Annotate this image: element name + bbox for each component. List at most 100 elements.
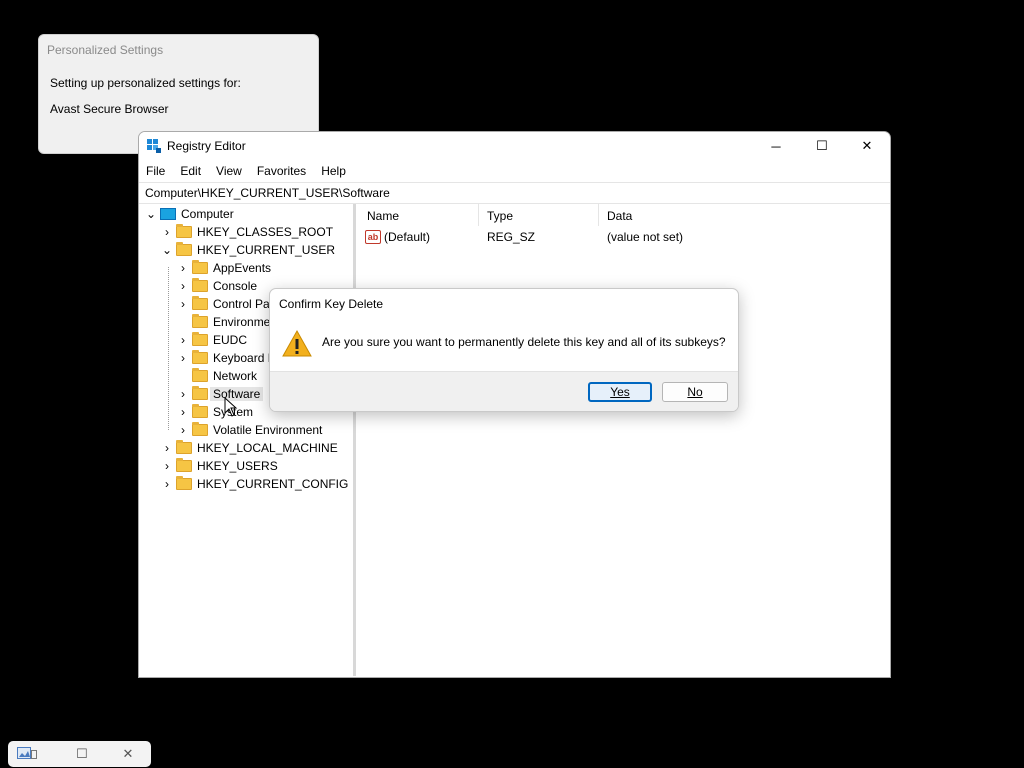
- menu-file[interactable]: File: [139, 161, 173, 181]
- folder-icon: [192, 422, 208, 436]
- folder-icon: [192, 260, 208, 274]
- tree-node-volatile-environment[interactable]: › Volatile Environment: [178, 421, 322, 439]
- column-header-data[interactable]: Data: [599, 204, 890, 226]
- chevron-right-icon[interactable]: ›: [178, 261, 188, 275]
- column-header-type[interactable]: Type: [479, 204, 599, 226]
- tree-node-label: Console: [213, 279, 258, 293]
- computer-icon: [160, 208, 176, 220]
- tree-node-hkey-current-config[interactable]: › HKEY_CURRENT_CONFIG: [162, 475, 348, 493]
- menu-help[interactable]: Help: [314, 161, 354, 181]
- tree-node-hkey-current-user[interactable]: ⌄ HKEY_CURRENT_USER: [162, 241, 335, 259]
- chevron-right-icon[interactable]: ›: [162, 441, 172, 455]
- restore-icon[interactable]: ☐: [74, 746, 90, 762]
- tree-node-label: Network: [213, 369, 258, 383]
- title-bar[interactable]: Registry Editor ─ ☐ ✕: [139, 132, 890, 160]
- menu-favorites[interactable]: Favorites: [250, 161, 314, 181]
- chevron-right-icon[interactable]: ›: [178, 405, 188, 419]
- tree-node-network[interactable]: Network: [192, 367, 257, 385]
- tree-node-label: HKEY_CURRENT_CONFIG: [197, 477, 349, 491]
- confirm-key-delete-dialog: Confirm Key Delete Are you sure you want…: [269, 288, 739, 412]
- tree-node-eudc[interactable]: › EUDC: [178, 331, 247, 349]
- tree-node-label: Keyboard L: [213, 351, 275, 365]
- tree-node-hkey-classes-root[interactable]: › HKEY_CLASSES_ROOT: [162, 223, 333, 241]
- minimize-button[interactable]: ─: [753, 132, 799, 160]
- tree-node-hkey-users[interactable]: › HKEY_USERS: [162, 457, 278, 475]
- list-header: Name Type Data: [359, 204, 890, 226]
- chevron-right-icon[interactable]: ›: [178, 423, 188, 437]
- chevron-down-icon[interactable]: ⌄: [162, 243, 172, 257]
- tree-node-label: EUDC: [213, 333, 248, 347]
- tree-node-system[interactable]: › System: [178, 403, 253, 421]
- folder-icon: [176, 458, 192, 472]
- address-path[interactable]: Computer\HKEY_CURRENT_USER\Software: [145, 186, 390, 200]
- mouse-cursor-icon: [224, 397, 238, 417]
- value-type: REG_SZ: [487, 230, 536, 244]
- folder-icon: [192, 350, 208, 364]
- tree-node-label: Volatile Environment: [213, 423, 323, 437]
- close-icon: ✕: [861, 138, 873, 153]
- tree-node-label: HKEY_CURRENT_USER: [197, 243, 336, 257]
- close-icon[interactable]: ✕: [120, 746, 136, 762]
- tree-node-label: HKEY_CLASSES_ROOT: [197, 225, 334, 239]
- personalized-settings-title: Personalized Settings: [47, 43, 164, 57]
- tree-node-control-panel[interactable]: › Control Pa: [178, 295, 270, 313]
- tree-node-environment[interactable]: Environme: [192, 313, 270, 331]
- maximize-icon: ☐: [816, 138, 828, 153]
- chevron-right-icon[interactable]: ›: [178, 297, 188, 311]
- warning-icon: [282, 329, 312, 357]
- folder-icon: [192, 278, 208, 292]
- chevron-right-icon[interactable]: ›: [162, 225, 172, 239]
- column-header-name[interactable]: Name: [359, 204, 479, 226]
- tree-node-label: Environme: [213, 315, 271, 329]
- yes-button[interactable]: Yes: [588, 382, 652, 402]
- personalized-settings-message: Setting up personalized settings for:: [50, 76, 241, 90]
- no-button[interactable]: No: [662, 382, 728, 402]
- values-list-pane[interactable]: Name Type Data ab (Default) REG_SZ (valu…: [359, 204, 890, 676]
- chevron-right-icon[interactable]: ›: [162, 459, 172, 473]
- menu-edit[interactable]: Edit: [173, 161, 209, 181]
- chevron-right-icon[interactable]: ›: [178, 333, 188, 347]
- value-data: (value not set): [607, 230, 684, 244]
- chevron-right-icon[interactable]: ›: [162, 477, 172, 491]
- folder-icon: [176, 476, 192, 490]
- no-button-label: No: [687, 385, 703, 399]
- yes-button-label: Yes: [610, 385, 630, 399]
- image-app-icon[interactable]: [16, 746, 38, 762]
- chevron-right-icon[interactable]: ›: [178, 387, 188, 401]
- folder-icon: [192, 368, 208, 382]
- tree-node-hkey-local-machine[interactable]: › HKEY_LOCAL_MACHINE: [162, 439, 338, 457]
- address-bar[interactable]: Computer\HKEY_CURRENT_USER\Software: [139, 182, 890, 204]
- dialog-title: Confirm Key Delete: [279, 297, 384, 311]
- key-tree-pane[interactable]: ⌄ Computer › HKEY_CLASSES_ROOT ⌄ HKEY_CU…: [139, 204, 356, 676]
- folder-icon: [192, 404, 208, 418]
- chevron-down-icon[interactable]: ⌄: [146, 207, 156, 221]
- folder-icon: [192, 332, 208, 346]
- registry-editor-icon: [147, 139, 161, 153]
- tree-node-console[interactable]: › Console: [178, 277, 257, 295]
- window-title: Registry Editor: [167, 139, 246, 153]
- dialog-button-bar: Yes No: [270, 371, 738, 411]
- folder-icon: [192, 314, 208, 328]
- tree-node-computer[interactable]: ⌄ Computer: [146, 205, 234, 223]
- tree-node-keyboard-layout[interactable]: › Keyboard L: [178, 349, 274, 367]
- tree-guide-line: [168, 267, 169, 430]
- tree-node-label: HKEY_USERS: [197, 459, 278, 473]
- tree-node-label: Control Pa: [213, 297, 270, 311]
- maximize-button[interactable]: ☐: [799, 132, 845, 160]
- tree-node-software[interactable]: › Software: [178, 385, 264, 403]
- chevron-right-icon[interactable]: ›: [178, 279, 188, 293]
- value-name: (Default): [384, 230, 431, 244]
- folder-icon: [192, 296, 208, 310]
- tree-node-label: Computer: [181, 207, 234, 221]
- tree-node-appevents[interactable]: › AppEvents: [178, 259, 271, 277]
- taskbar-preview[interactable]: ☐ ✕: [8, 741, 151, 767]
- minimize-icon: ─: [771, 138, 781, 154]
- tree-node-label: HKEY_LOCAL_MACHINE: [197, 441, 338, 455]
- menu-view[interactable]: View: [209, 161, 250, 181]
- string-value-icon: ab: [365, 230, 381, 244]
- chevron-right-icon[interactable]: ›: [178, 351, 188, 365]
- value-row[interactable]: ab (Default) REG_SZ (value not set): [365, 228, 683, 246]
- personalized-settings-app-name: Avast Secure Browser: [50, 102, 169, 116]
- folder-icon: [176, 242, 192, 256]
- close-button[interactable]: ✕: [844, 132, 890, 160]
